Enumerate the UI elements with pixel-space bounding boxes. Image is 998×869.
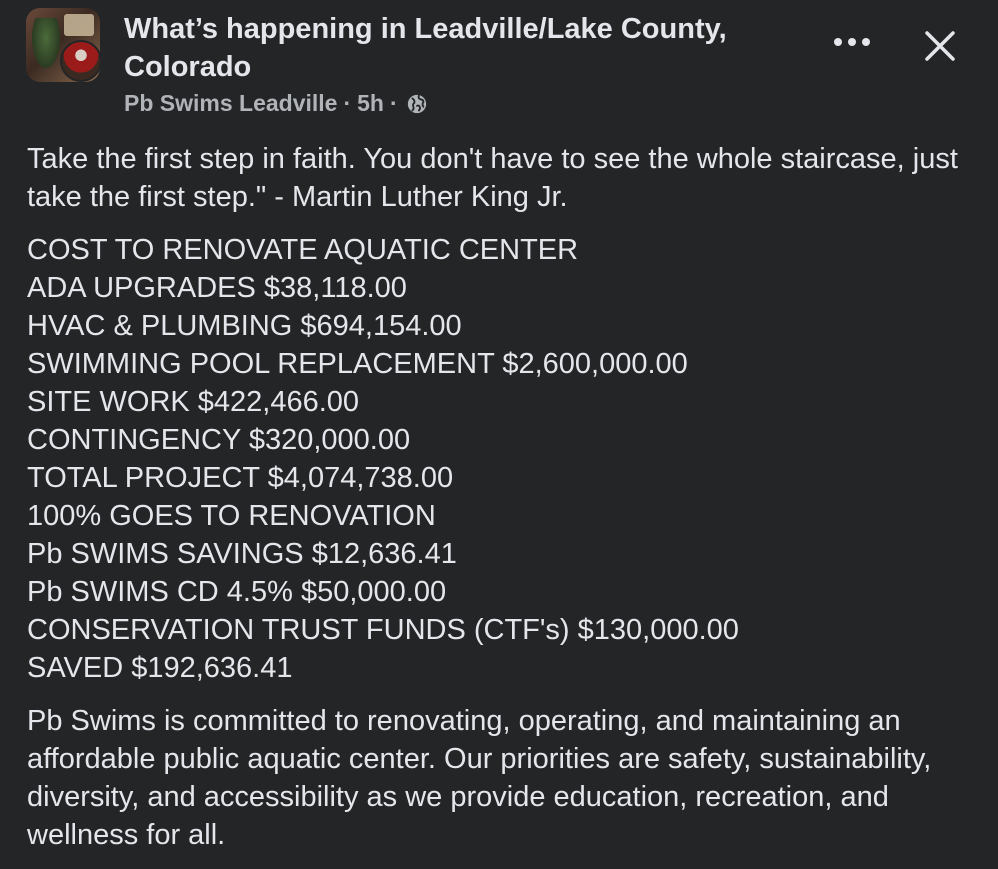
close-icon[interactable]	[920, 26, 960, 66]
author-avatar[interactable]	[60, 40, 100, 82]
meta-separator: ·	[343, 90, 352, 116]
cost-line: SITE WORK $422,466.00	[27, 386, 360, 418]
more-dot	[848, 38, 856, 46]
cost-line: CONTINGENCY $320,000.00	[27, 424, 411, 456]
avatar-window-image	[64, 14, 94, 36]
cost-line: ADA UPGRADES $38,118.00	[27, 272, 407, 304]
more-options-icon[interactable]	[834, 34, 870, 50]
more-dot	[834, 38, 842, 46]
cost-line: CONSERVATION TRUST FUNDS (CTF's) $130,00…	[27, 614, 739, 646]
cost-line: SWIMMING POOL REPLACEMENT $2,600,000.00	[27, 348, 688, 380]
cost-line: TOTAL PROJECT $4,074,738.00	[27, 462, 454, 494]
post-timestamp[interactable]: 5h	[357, 90, 384, 117]
post-body: Take the first step in faith. You don't …	[27, 140, 977, 854]
cost-line: 100% GOES TO RENOVATION	[27, 500, 436, 532]
group-name-link[interactable]: What’s happening in Leadville/Lake Count…	[124, 10, 814, 86]
cost-line: SAVED $192,636.41	[27, 652, 293, 684]
post-mission: Pb Swims is committed to renovating, ope…	[27, 705, 932, 851]
cost-line: COST TO RENOVATE AQUATIC CENTER	[27, 234, 579, 266]
cost-line: Pb SWIMS SAVINGS $12,636.41	[27, 538, 457, 570]
cost-list: COST TO RENOVATE AQUATIC CENTER ADA UPGR…	[27, 231, 977, 687]
meta-separator-2: ·	[389, 90, 398, 116]
post-quote: Take the first step in faith. You don't …	[27, 143, 958, 213]
avatar-tree-image	[32, 18, 60, 68]
more-dot	[862, 38, 870, 46]
globe-icon[interactable]	[406, 93, 428, 115]
post-header: What’s happening in Leadville/Lake Count…	[26, 8, 978, 123]
cost-line: Pb SWIMS CD 4.5% $50,000.00	[27, 576, 447, 608]
author-name-link[interactable]: Pb Swims Leadville	[124, 90, 337, 117]
group-avatar[interactable]	[26, 8, 100, 82]
post-meta: Pb Swims Leadville · 5h ·	[124, 90, 428, 117]
cost-line: HVAC & PLUMBING $694,154.00	[27, 310, 462, 342]
